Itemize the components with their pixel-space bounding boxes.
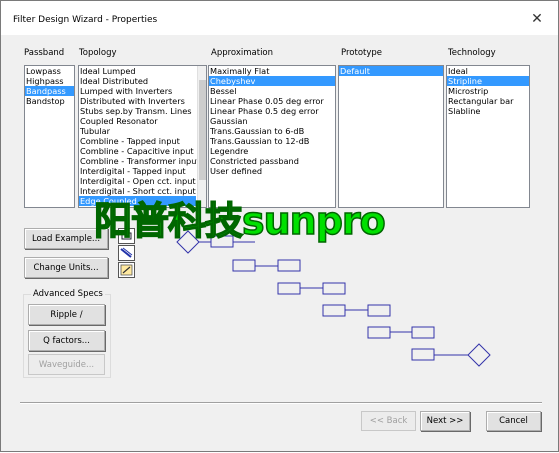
resonator-5 (322, 282, 346, 295)
resonator-7 (367, 304, 391, 317)
resonator-3 (277, 259, 301, 272)
resonator-4 (277, 282, 301, 295)
resonator-6 (322, 304, 346, 317)
filter-design-wizard-window: Filter Design Wizard - Properties ✕ Pass… (0, 0, 559, 452)
back-button[interactable]: << Back (361, 411, 416, 431)
output-port-diamond (467, 343, 491, 367)
resonator-10 (411, 348, 435, 361)
cancel-button[interactable]: Cancel (486, 411, 541, 431)
footer-separator (20, 402, 542, 404)
resonator-9 (411, 326, 435, 339)
watermark-text: 阳普科技sunpro (93, 198, 386, 244)
resonator-2 (232, 259, 256, 272)
next-button[interactable]: Next >> (420, 411, 470, 431)
resonator-8 (367, 326, 391, 339)
